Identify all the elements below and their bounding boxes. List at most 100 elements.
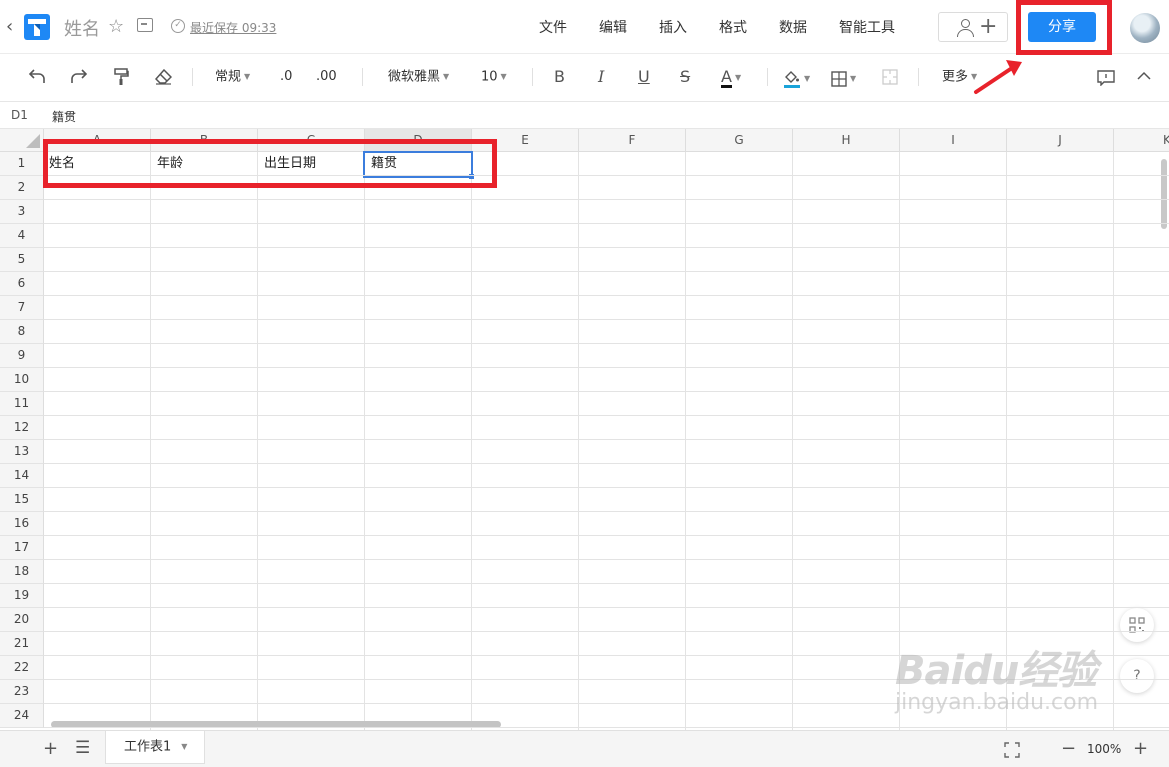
tencent-docs-logo-icon[interactable] — [24, 14, 50, 40]
italic-button[interactable]: I — [598, 67, 604, 87]
grid-line — [44, 319, 1169, 320]
grid-line — [44, 463, 1169, 464]
help-button[interactable]: ? — [1120, 659, 1154, 693]
menu-data[interactable]: 数据 — [779, 17, 807, 37]
red-arrow-icon — [974, 60, 1022, 94]
document-title[interactable]: 姓名 — [64, 15, 100, 41]
column-header[interactable]: K — [1114, 129, 1169, 152]
column-header[interactable]: C — [258, 129, 365, 152]
menu-smart-tools[interactable]: 智能工具 — [839, 17, 895, 37]
grid-line — [44, 511, 1169, 512]
column-header[interactable]: G — [686, 129, 793, 152]
fullscreen-icon[interactable] — [1004, 742, 1020, 758]
sheet-grid[interactable]: A B C D E F G H I J K 1 2 3 4 5 6 7 8 9 10 11 12 13 1… — [0, 129, 1169, 730]
row-header[interactable]: 12 — [0, 416, 44, 440]
row-header[interactable]: 1 — [0, 152, 44, 176]
cell-b1[interactable]: 年龄 — [151, 152, 258, 176]
increase-decimal-button[interactable]: .00 — [316, 67, 337, 87]
row-header[interactable]: 14 — [0, 464, 44, 488]
user-avatar[interactable] — [1130, 13, 1160, 43]
row-header[interactable]: 23 — [0, 680, 44, 704]
row-header[interactable]: 3 — [0, 200, 44, 224]
save-status[interactable]: 最近保存 09:33 — [190, 19, 276, 36]
bold-button[interactable]: B — [554, 67, 565, 87]
menu-format[interactable]: 格式 — [719, 17, 747, 37]
back-icon[interactable]: ‹ — [6, 16, 13, 37]
column-header[interactable]: I — [900, 129, 1007, 152]
row-header[interactable]: 4 — [0, 224, 44, 248]
row-header[interactable]: 21 — [0, 632, 44, 656]
menu-insert[interactable]: 插入 — [659, 17, 687, 37]
row-header[interactable]: 22 — [0, 656, 44, 680]
chevron-down-icon: ▼ — [244, 72, 251, 81]
move-to-folder-icon[interactable] — [137, 18, 153, 32]
row-header[interactable]: 7 — [0, 296, 44, 320]
column-header[interactable]: J — [1007, 129, 1114, 152]
row-header[interactable]: 9 — [0, 344, 44, 368]
sheet-list-icon[interactable]: ☰ — [75, 738, 90, 758]
row-header[interactable]: 15 — [0, 488, 44, 512]
row-header[interactable]: 24 — [0, 704, 44, 728]
font-size-value: 10 — [481, 69, 498, 85]
underline-button[interactable]: U — [638, 67, 650, 87]
grid-line — [44, 655, 1169, 656]
fill-color-button[interactable]: ▼ — [783, 68, 810, 89]
menu-file[interactable]: 文件 — [539, 17, 567, 37]
formula-input[interactable]: 籍贯 — [52, 108, 76, 125]
strikethrough-button[interactable]: S — [680, 67, 690, 87]
number-format-value: 常规 — [215, 69, 242, 85]
row-header[interactable]: 16 — [0, 512, 44, 536]
column-header[interactable]: D — [365, 129, 472, 152]
chevron-down-icon: ▼ — [500, 72, 507, 81]
row-header[interactable]: 11 — [0, 392, 44, 416]
row-header[interactable]: 13 — [0, 440, 44, 464]
number-format-select[interactable]: 常规 ▼ — [215, 67, 250, 88]
row-header[interactable]: 5 — [0, 248, 44, 272]
redo-icon[interactable] — [70, 68, 88, 84]
font-size-select[interactable]: 10 ▼ — [481, 67, 507, 88]
grid-line — [44, 535, 1169, 536]
add-collaborator-button[interactable]: + — [938, 12, 1008, 42]
row-header[interactable]: 6 — [0, 272, 44, 296]
borders-icon — [831, 70, 847, 87]
qr-code-button[interactable] — [1120, 608, 1154, 642]
column-header[interactable]: A — [44, 129, 151, 152]
select-all-corner[interactable] — [0, 129, 44, 152]
font-color-button[interactable]: A ▼ — [721, 67, 741, 88]
font-family-select[interactable]: 微软雅黑 ▼ — [388, 67, 449, 88]
cell-a1[interactable]: 姓名 — [44, 152, 151, 176]
column-header[interactable]: E — [472, 129, 579, 152]
decrease-decimal-button[interactable]: .0 — [280, 67, 292, 87]
vertical-scrollbar[interactable] — [1161, 159, 1167, 229]
row-header[interactable]: 18 — [0, 560, 44, 584]
cell-reference[interactable]: D1 — [11, 108, 28, 122]
row-header[interactable]: 19 — [0, 584, 44, 608]
add-sheet-icon[interactable]: + — [43, 738, 58, 759]
format-painter-icon[interactable] — [113, 68, 129, 86]
zoom-level[interactable]: 100% — [1087, 742, 1121, 756]
collapse-toolbar-icon[interactable] — [1137, 71, 1151, 81]
sheet-tab[interactable]: 工作表1 ▼ — [105, 731, 205, 764]
star-icon[interactable]: ☆ — [108, 16, 124, 37]
row-header[interactable]: 20 — [0, 608, 44, 632]
merge-cells-icon[interactable] — [882, 69, 898, 85]
grid-line — [44, 415, 1169, 416]
borders-button[interactable]: ▼ — [831, 68, 856, 89]
zoom-in-icon[interactable]: + — [1133, 738, 1148, 759]
zoom-out-icon[interactable]: − — [1061, 738, 1076, 759]
row-header[interactable]: 2 — [0, 176, 44, 200]
column-header[interactable]: F — [579, 129, 686, 152]
column-header[interactable]: H — [793, 129, 900, 152]
comment-icon[interactable] — [1097, 70, 1115, 86]
sheet-footer: + ☰ 工作表1 ▼ − 100% + — [0, 730, 1169, 767]
column-header[interactable]: B — [151, 129, 258, 152]
selected-cell-border — [363, 151, 473, 178]
cell-c1[interactable]: 出生日期 — [258, 152, 365, 176]
menu-edit[interactable]: 编辑 — [599, 17, 627, 37]
row-header[interactable]: 8 — [0, 320, 44, 344]
row-header[interactable]: 10 — [0, 368, 44, 392]
clear-format-icon[interactable] — [155, 69, 172, 85]
undo-icon[interactable] — [28, 68, 46, 84]
row-header[interactable]: 17 — [0, 536, 44, 560]
share-button[interactable]: 分享 — [1028, 12, 1096, 42]
